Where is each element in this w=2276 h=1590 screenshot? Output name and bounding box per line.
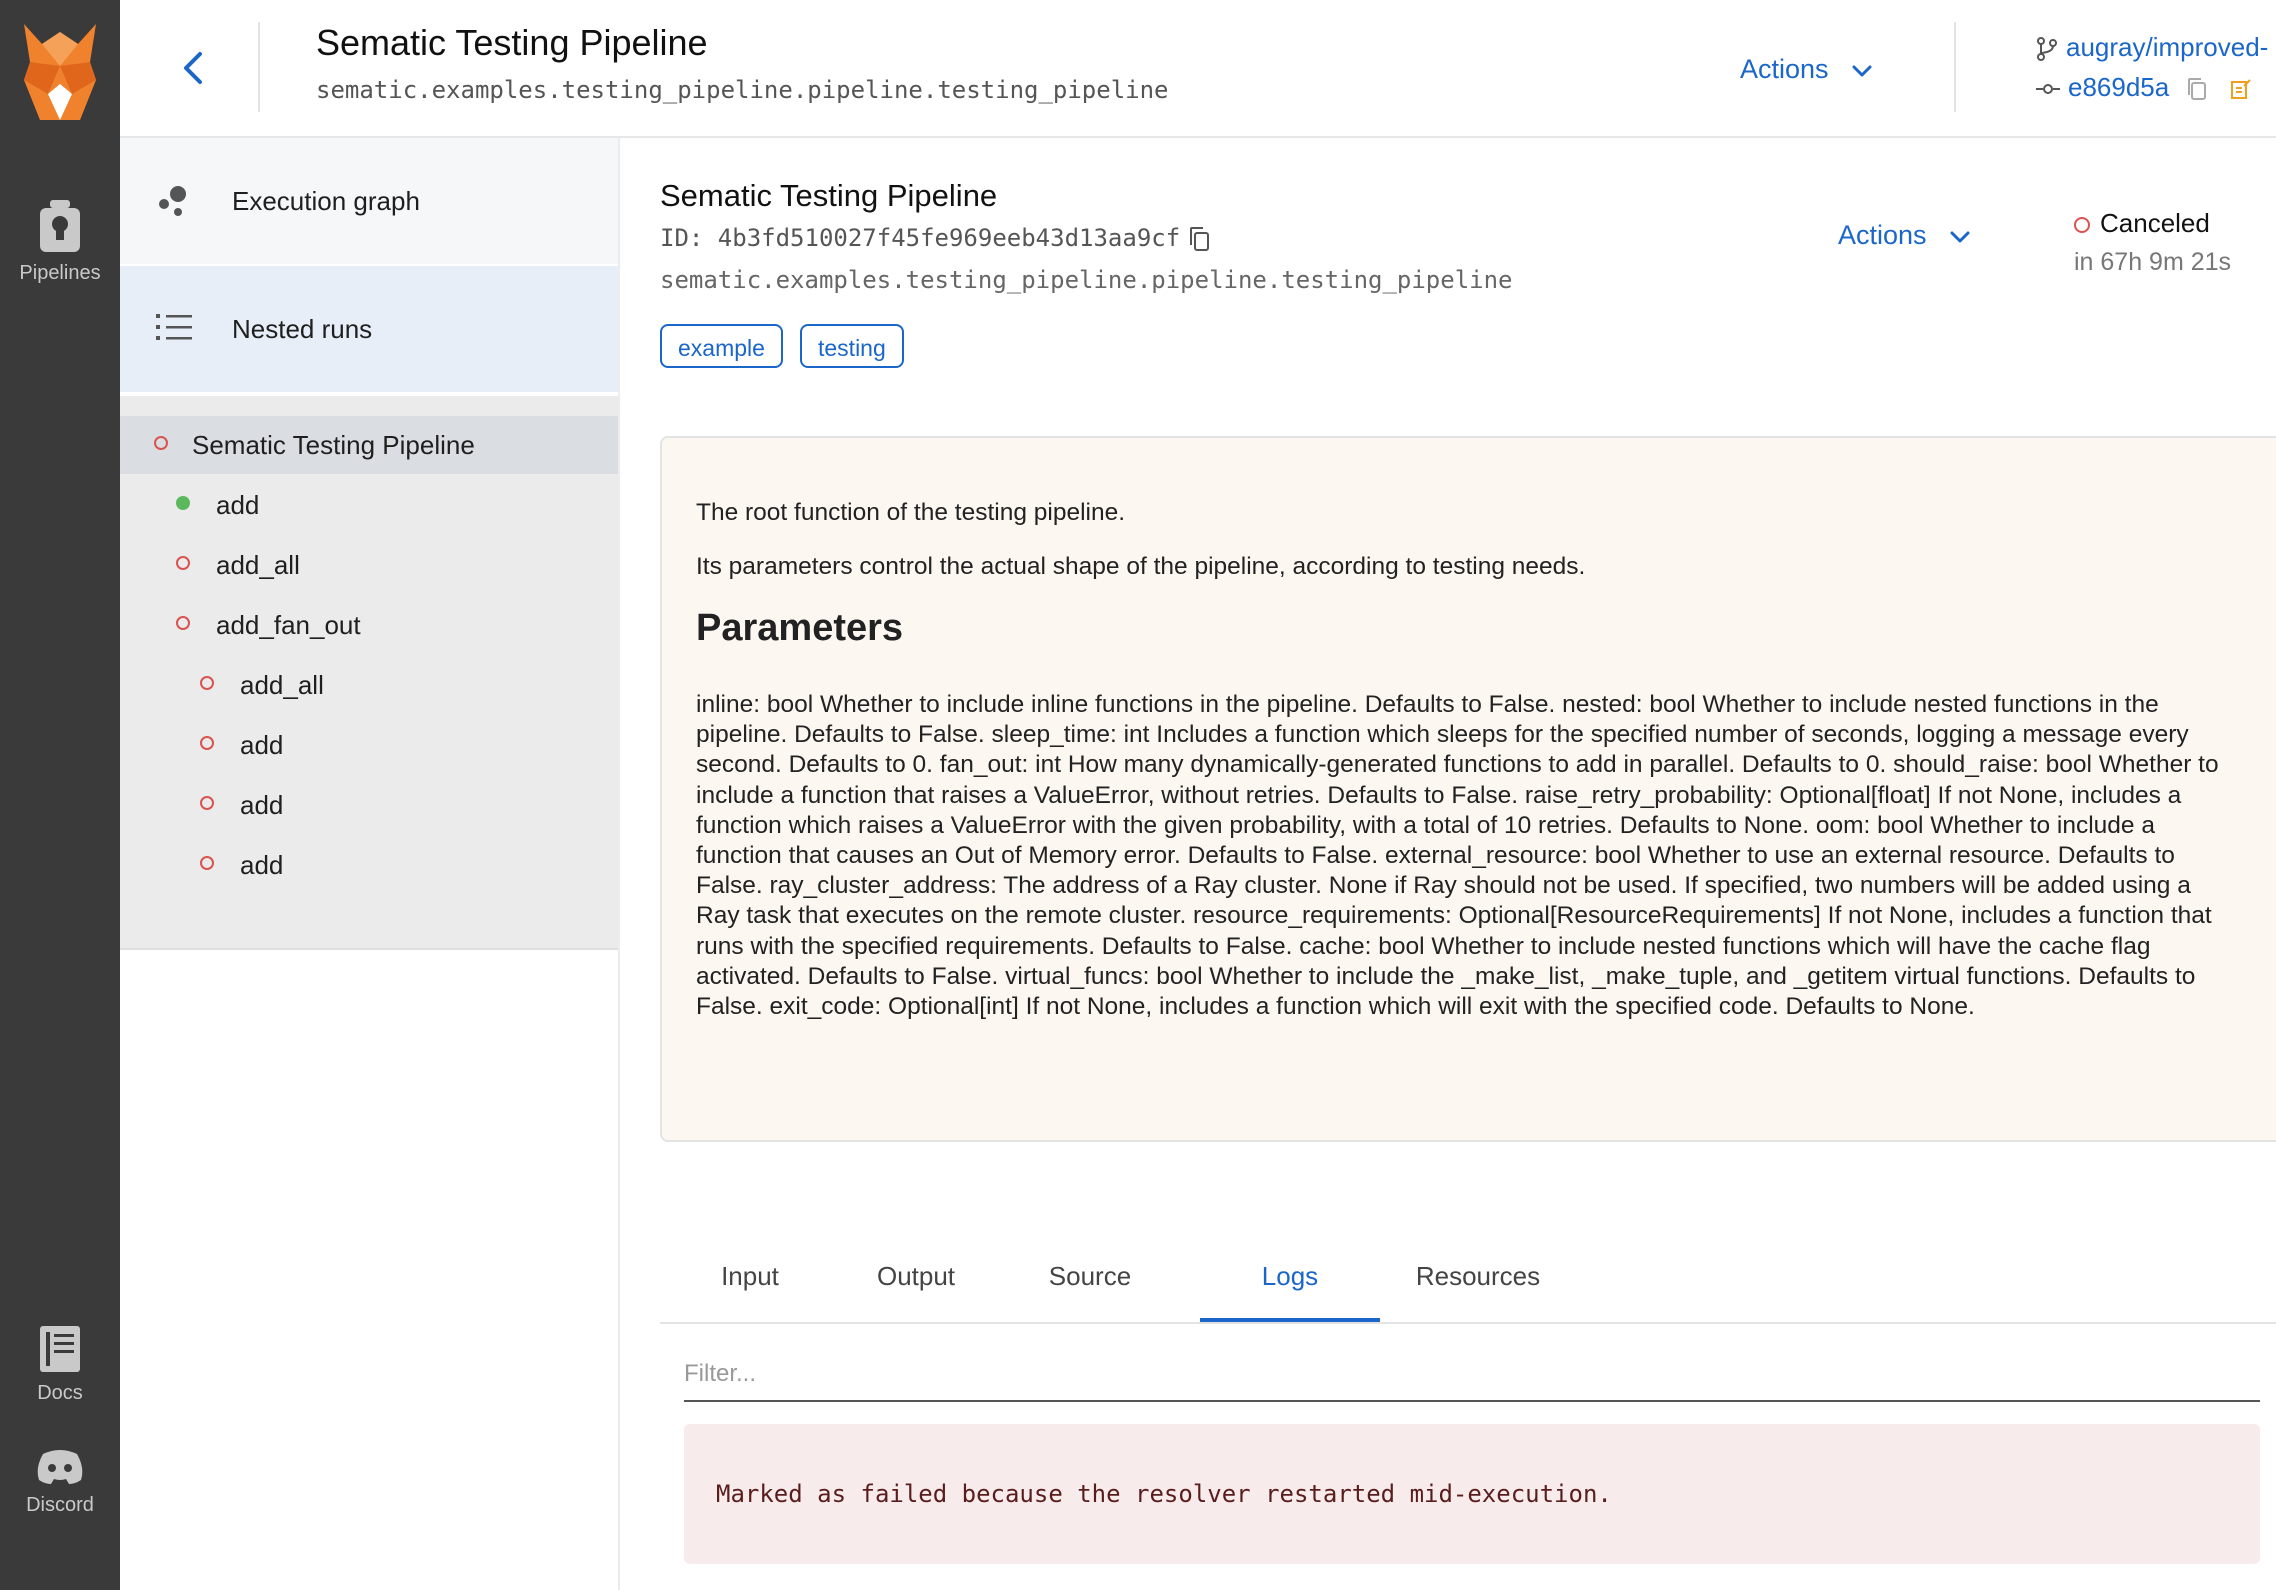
run-title: Sematic Testing Pipeline xyxy=(660,178,998,213)
tag-chip[interactable]: testing xyxy=(800,324,904,368)
page-subtitle-path: sematic.examples.testing_pipeline.pipeli… xyxy=(316,76,1169,104)
chevron-down-icon xyxy=(1852,65,1872,77)
nested-runs-tree: Sematic Testing Pipeline add add_all add… xyxy=(120,396,618,950)
status-canceled-icon xyxy=(154,436,168,450)
status-canceled-icon xyxy=(2074,217,2090,234)
run-status-label: Canceled xyxy=(2100,208,2210,238)
run-sidebar: Execution graph Nested runs Sematic Test… xyxy=(120,138,620,1590)
page-title: Sematic Testing Pipeline xyxy=(316,22,708,63)
status-canceled-icon xyxy=(200,796,214,810)
tree-item[interactable]: add xyxy=(120,716,618,774)
nav-nested-runs[interactable]: Nested runs xyxy=(120,266,618,392)
docstring-content: The root function of the testing pipelin… xyxy=(696,498,2236,1022)
tree-item[interactable]: add_all xyxy=(120,536,618,594)
run-id: ID: 4b3fd510027f45fe969eeb43d13aa9cf xyxy=(660,224,1210,252)
tree-item[interactable]: add xyxy=(120,836,618,894)
rail-pipelines-label: Pipelines xyxy=(19,262,101,284)
book-icon xyxy=(40,1326,80,1372)
list-icon xyxy=(156,314,192,340)
lightbulb-icon xyxy=(40,200,80,252)
git-commit-sha: e869d5a xyxy=(2068,72,2170,102)
tree-item-label: add_all xyxy=(240,670,324,700)
git-branch[interactable]: augray/improved- xyxy=(2036,32,2268,63)
status-canceled-icon xyxy=(176,616,190,630)
run-tabs: Input Output Source Logs Resources xyxy=(660,1230,2276,1324)
tree-item-root[interactable]: Sematic Testing Pipeline xyxy=(120,416,618,474)
docstring-intro: Its parameters control the actual shape … xyxy=(696,553,1586,580)
tree-item-label: add_all xyxy=(216,550,300,580)
log-line: Marked as failed because the resolver re… xyxy=(716,1480,1612,1508)
nav-execution-graph[interactable]: Execution graph xyxy=(120,138,618,264)
tree-item-label: Sematic Testing Pipeline xyxy=(192,430,475,460)
rail-discord-label: Discord xyxy=(26,1494,94,1516)
git-commit-icon xyxy=(2036,84,2060,95)
run-status-time: in 67h 9m 21s xyxy=(2074,248,2232,276)
docstring-panel: The root function of the testing pipelin… xyxy=(660,436,2276,1142)
run-actions-label: Actions xyxy=(1838,220,1927,250)
tree-item[interactable]: add xyxy=(120,776,618,834)
tree-item[interactable]: add_all xyxy=(120,656,618,714)
docstring-intro: The root function of the testing pipelin… xyxy=(696,499,1126,526)
bubble-chart-icon xyxy=(159,186,186,216)
rail-pipelines[interactable]: Pipelines xyxy=(0,198,120,285)
run-actions-dropdown[interactable]: Actions xyxy=(1838,220,1971,251)
header-actions-label: Actions xyxy=(1740,54,1829,84)
nav-nested-runs-label: Nested runs xyxy=(232,314,373,344)
status-canceled-icon xyxy=(200,736,214,750)
run-details: Sematic Testing Pipeline ID: 4b3fd510027… xyxy=(620,138,2276,1590)
run-status: Canceled xyxy=(2074,208,2210,239)
rail-discord[interactable]: Discord xyxy=(0,1448,120,1517)
tree-item-label: add xyxy=(240,730,284,760)
discord-icon xyxy=(37,1450,83,1484)
git-branch-icon xyxy=(2037,37,2057,62)
tree-item-label: add xyxy=(216,490,260,520)
edit-note-icon[interactable] xyxy=(2230,78,2252,100)
tab-input[interactable]: Input xyxy=(660,1230,840,1322)
docstring-params-heading: Parameters xyxy=(696,607,904,649)
nav-execution-graph-label: Execution graph xyxy=(232,186,420,216)
rail-docs-label: Docs xyxy=(37,1382,83,1404)
git-branch-name: augray/improved- xyxy=(2066,32,2269,62)
tree-item-label: add xyxy=(240,790,284,820)
rail-docs[interactable]: Docs xyxy=(0,1322,120,1405)
tree-item[interactable]: add_fan_out xyxy=(120,596,618,654)
git-commit[interactable]: e869d5a xyxy=(2036,72,2260,103)
tag-chip[interactable]: example xyxy=(660,324,783,368)
copy-icon[interactable] xyxy=(1188,226,1210,252)
status-succeeded-icon xyxy=(176,496,190,510)
tab-resources[interactable]: Resources xyxy=(1388,1230,1568,1322)
tree-item-label: add xyxy=(240,850,284,880)
log-output-panel: Marked as failed because the resolver re… xyxy=(684,1424,2260,1564)
header-divider xyxy=(1954,22,1956,112)
left-rail: Pipelines Docs Discord xyxy=(0,0,120,1590)
header-actions-dropdown[interactable]: Actions xyxy=(1740,54,1873,85)
run-function-path: sematic.examples.testing_pipeline.pipeli… xyxy=(660,266,1513,294)
tab-logs[interactable]: Logs xyxy=(1200,1230,1380,1322)
logs-filter-input[interactable] xyxy=(684,1348,2260,1402)
back-arrow-icon[interactable] xyxy=(172,46,216,90)
tab-output[interactable]: Output xyxy=(826,1230,1006,1322)
page-header: Sematic Testing Pipeline sematic.example… xyxy=(120,0,2276,138)
tree-item-label: add_fan_out xyxy=(216,610,361,640)
docstring-params-body: inline: bool Whether to include inline f… xyxy=(696,691,2219,1021)
chevron-down-icon xyxy=(1950,231,1970,243)
run-id-text: ID: 4b3fd510027f45fe969eeb43d13aa9cf xyxy=(660,224,1181,252)
status-canceled-icon xyxy=(200,856,214,870)
header-divider xyxy=(258,22,260,112)
status-canceled-icon xyxy=(176,556,190,570)
tree-item[interactable]: add xyxy=(120,476,618,534)
copy-icon[interactable] xyxy=(2186,77,2208,101)
tab-source[interactable]: Source xyxy=(1000,1230,1180,1322)
status-canceled-icon xyxy=(200,676,214,690)
sematic-logo-icon[interactable] xyxy=(24,24,96,120)
